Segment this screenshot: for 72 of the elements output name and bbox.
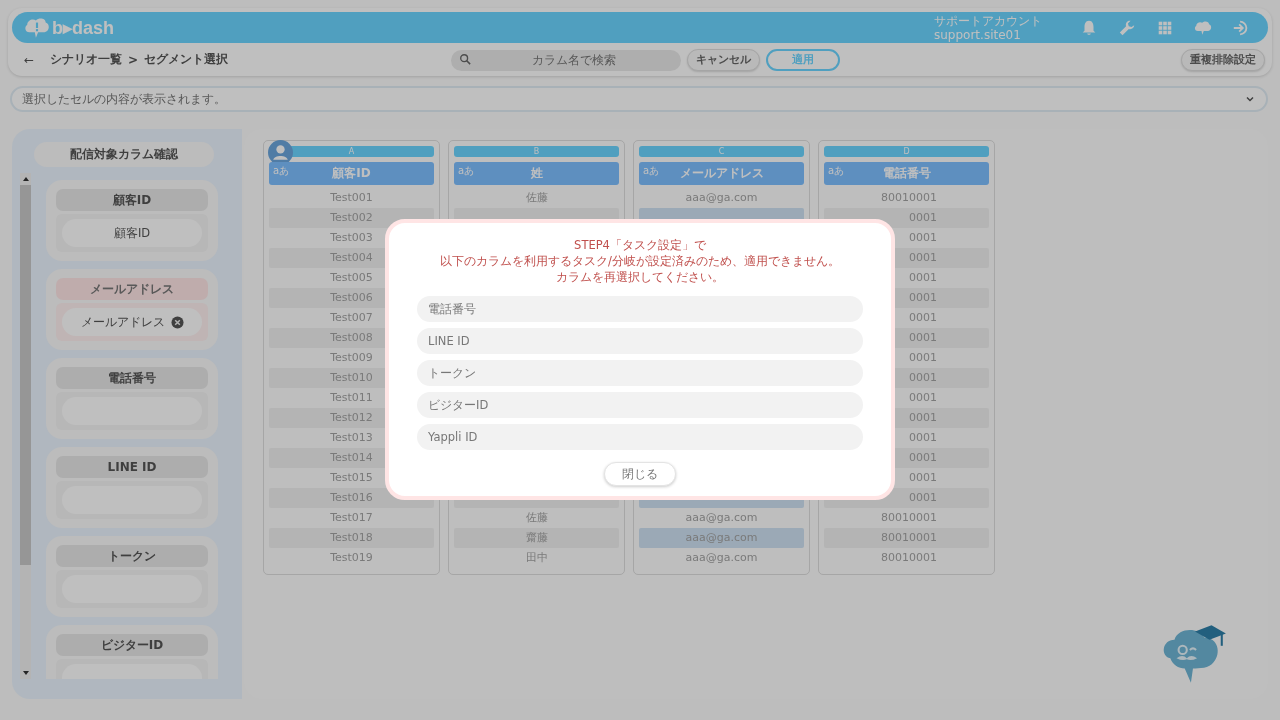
column-name-row: ビジターID: [417, 392, 863, 418]
table-cell: Test018: [269, 528, 434, 548]
account-label: サポートアカウント: [934, 13, 1042, 28]
column-chip[interactable]: 顧客ID: [62, 219, 202, 247]
card-label: LINE ID: [56, 456, 208, 478]
column-header[interactable]: aあ メールアドレス: [639, 162, 804, 185]
card-label: ビジターID: [56, 634, 208, 656]
table-cell-text: aaa@ga.com: [684, 550, 759, 566]
table-cell-text: 0001: [908, 470, 938, 486]
table-cell-text: 0001: [908, 230, 938, 246]
cell-content-field[interactable]: 選択したセルの内容が表示されます。: [10, 86, 1268, 112]
table-cell-text: Test015: [329, 470, 374, 486]
column-header[interactable]: aあ 電話番号: [824, 162, 989, 185]
table-cell-text: 田中: [524, 550, 549, 566]
column-name: 姓: [530, 165, 543, 182]
table-cell-text: Test009: [329, 350, 374, 366]
table-cell-text: 0001: [908, 390, 938, 406]
column-name: 顧客ID: [332, 165, 371, 182]
column-letter[interactable]: B: [454, 146, 619, 157]
table-cell: aaa@ga.com: [639, 528, 804, 548]
search-field[interactable]: カラム名で検索: [451, 49, 681, 71]
dedupe-settings-button[interactable]: 重複排除設定: [1181, 48, 1265, 71]
card-label: 顧客ID: [56, 189, 208, 211]
column-name-row: トークン: [417, 360, 863, 386]
table-cell-text: 80010001: [880, 510, 938, 526]
table-cell-text: 80010001: [880, 190, 938, 206]
table-cell-text: 0001: [908, 350, 938, 366]
column-letter[interactable]: D: [824, 146, 989, 157]
table-cell-text: 0001: [908, 270, 938, 286]
column-name-row: 電話番号: [417, 296, 863, 322]
table-cell-text: 佐藤: [524, 190, 549, 206]
column-header[interactable]: aあ 姓: [454, 162, 619, 185]
type-label: aあ: [828, 164, 845, 178]
logo-text: b▸dash: [52, 16, 114, 39]
column-name-row: Yappli ID: [417, 424, 863, 450]
table-cell-text: 0001: [908, 310, 938, 326]
chip-text: メールアドレス: [80, 314, 165, 330]
table-cell-text: aaa@ga.com: [684, 510, 759, 526]
type-label: aあ: [273, 164, 290, 178]
table-cell-text: 佐藤: [524, 510, 549, 526]
account-id: support.site01: [934, 27, 1022, 42]
table-cell-text: Test007: [329, 310, 374, 326]
table-cell-text: Test001: [329, 190, 374, 206]
column-letter[interactable]: C: [639, 146, 804, 157]
close-button[interactable]: 閉じる: [604, 462, 676, 486]
column-name: メールアドレス: [679, 165, 764, 182]
table-cell-text: 80010001: [880, 550, 938, 566]
table-cell: 80010001: [824, 528, 989, 548]
table-cell-text: Test003: [329, 230, 374, 246]
table-cell-text: 0001: [908, 430, 938, 446]
table-cell-text: aaa@ga.com: [684, 190, 759, 206]
card-label: メールアドレス: [56, 278, 208, 300]
breadcrumb-separator: >: [128, 52, 139, 67]
breadcrumb-link[interactable]: シナリオ一覧: [50, 51, 123, 68]
table-cell-text: Test011: [329, 390, 374, 406]
chip-text: 顧客ID: [113, 225, 151, 241]
column-name-row: LINE ID: [417, 328, 863, 354]
card-label: トークン: [56, 545, 208, 567]
panel-title: 配信対象カラム確認: [34, 142, 214, 167]
table-cell-text: Test005: [329, 270, 374, 286]
column-chip[interactable]: メールアドレス: [62, 308, 202, 336]
breadcrumb-current: セグメント選択: [144, 51, 229, 68]
column-name: 電話番号: [882, 165, 931, 182]
table-cell-text: Test017: [329, 510, 374, 526]
table-cell-text: Test019: [329, 550, 374, 566]
apply-button[interactable]: 適用: [766, 48, 840, 71]
type-label: aあ: [643, 164, 660, 178]
card-label: 電話番号: [56, 367, 208, 389]
cancel-button[interactable]: キャンセル: [687, 48, 760, 71]
column-header[interactable]: aあ 顧客ID: [269, 162, 434, 185]
type-label: aあ: [458, 164, 475, 178]
back-button[interactable]: ←: [24, 52, 35, 67]
